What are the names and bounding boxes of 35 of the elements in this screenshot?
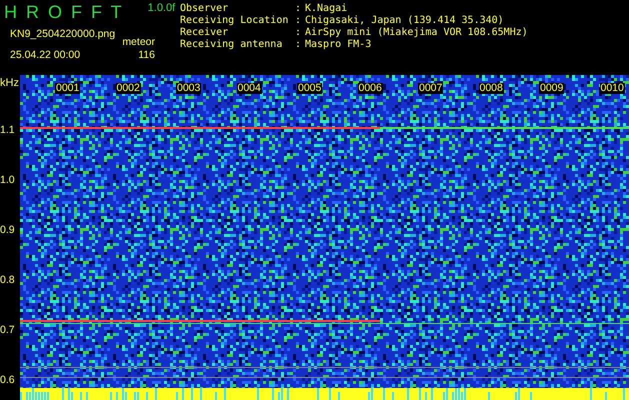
info-label: Observer bbox=[180, 3, 230, 15]
axis-label: 1.0 bbox=[0, 174, 15, 186]
time-label: 0009 bbox=[539, 83, 564, 94]
info-separator: : bbox=[295, 27, 302, 39]
time-label: 0006 bbox=[358, 83, 383, 94]
version-label: 1.0.0f bbox=[148, 3, 176, 14]
meteor-label: meteor bbox=[122, 36, 155, 47]
axis-label: 0.9 bbox=[0, 224, 15, 236]
app-title: H R O F F T bbox=[4, 3, 124, 21]
info-label: Receiving antenna bbox=[180, 39, 284, 51]
info-label: Receiver bbox=[180, 27, 230, 39]
info-separator: : bbox=[295, 15, 302, 27]
time-label: 0003 bbox=[176, 83, 202, 94]
axis-label: 0.8 bbox=[0, 274, 15, 286]
info-value: Maspro FM-3 bbox=[305, 39, 372, 51]
axis-label: 1.1 bbox=[0, 124, 15, 136]
info-value: Chigasaki, Japan (139.414 35.340) bbox=[305, 15, 504, 27]
file-name: KN9_2504220000.png bbox=[10, 29, 116, 40]
axis-unit: kHz bbox=[0, 76, 20, 91]
time-label: 0008 bbox=[478, 83, 504, 94]
info-separator: : bbox=[295, 3, 302, 15]
info-value: AirSpy mini (Miakejima VOR 108.65MHz) bbox=[305, 27, 528, 39]
info-value: K.Nagai bbox=[305, 3, 348, 15]
time-label: 0004 bbox=[236, 83, 262, 94]
axis-label: 0.6 bbox=[0, 374, 15, 386]
time-label: 0005 bbox=[297, 83, 322, 94]
date-time: 25.04.22 00:00 bbox=[10, 50, 80, 60]
meteor-count: 116 bbox=[138, 50, 155, 60]
time-label: 0010 bbox=[600, 83, 625, 94]
time-label: 0001 bbox=[55, 83, 80, 94]
info-separator: : bbox=[295, 39, 302, 51]
time-label: 0002 bbox=[116, 83, 141, 94]
axis-label: 0.7 bbox=[0, 324, 15, 336]
time-label: 0007 bbox=[418, 83, 444, 94]
info-label: Receiving Location bbox=[180, 15, 290, 27]
